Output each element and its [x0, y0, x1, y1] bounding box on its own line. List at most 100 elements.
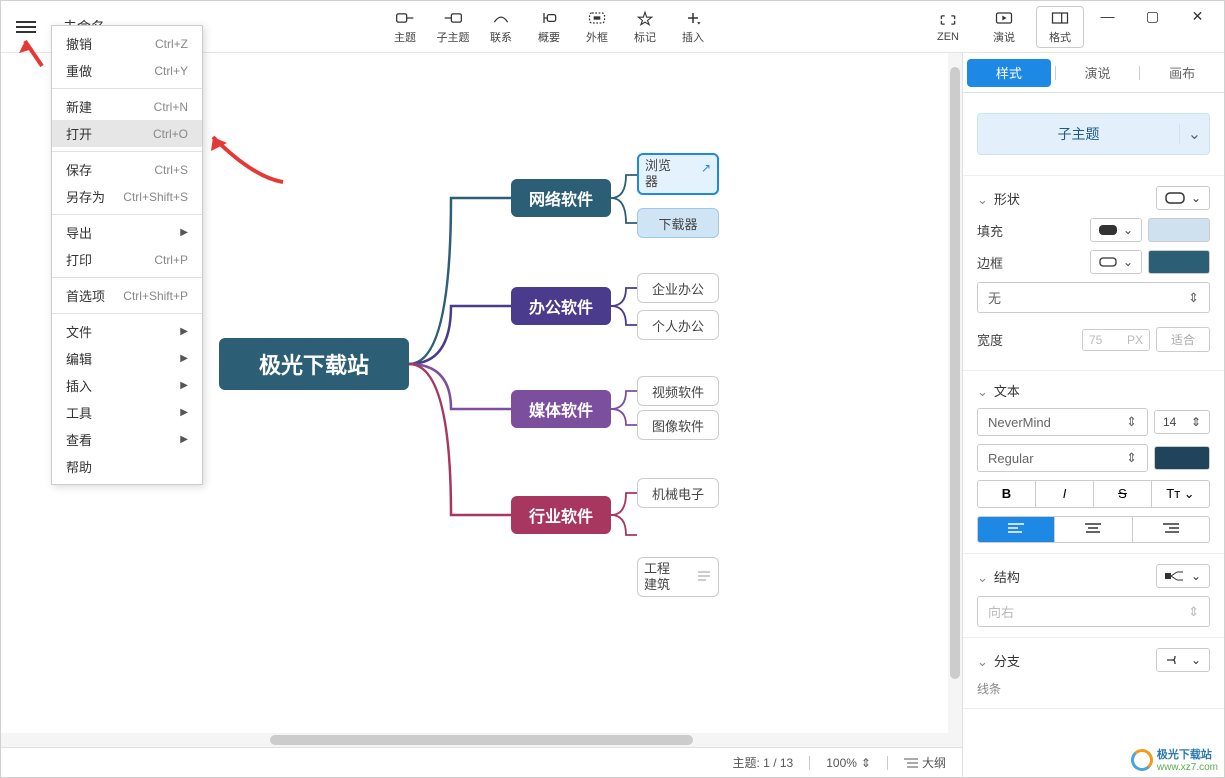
- align-right-button[interactable]: [1133, 517, 1209, 542]
- minimize-button[interactable]: —: [1085, 1, 1130, 31]
- toolbar-center: 主题 子主题 联系 概要 外框 标记 插入: [381, 5, 717, 49]
- present-button[interactable]: 演说: [980, 5, 1028, 49]
- menu-item[interactable]: 帮助: [52, 453, 202, 480]
- bold-button[interactable]: B: [978, 481, 1036, 507]
- summary-button[interactable]: 概要: [525, 5, 573, 49]
- branch-node[interactable]: 办公软件: [511, 287, 611, 325]
- status-bar: 主题: 1 / 13 100% ⇕ 大纲: [1, 747, 962, 777]
- leaf-node[interactable]: 下载器: [637, 208, 719, 238]
- tab-style[interactable]: 样式: [967, 59, 1051, 87]
- collapse-icon[interactable]: ⌄: [977, 192, 988, 207]
- strike-button[interactable]: S: [1094, 481, 1152, 507]
- align-left-button[interactable]: [978, 517, 1055, 542]
- chevron-down-icon: ⌄: [1123, 255, 1133, 269]
- tab-present[interactable]: 演说: [1056, 59, 1140, 87]
- branch-node[interactable]: 行业软件: [511, 496, 611, 534]
- leaf-node[interactable]: 企业办公: [637, 273, 719, 303]
- shape-select[interactable]: ⌄: [1156, 186, 1210, 210]
- font-weight-select[interactable]: Regular ⇕: [977, 444, 1148, 472]
- border-shape-select[interactable]: ⌄: [1090, 250, 1142, 274]
- chevron-right-icon: ▶: [180, 326, 188, 337]
- menu-item[interactable]: 重做Ctrl+Y: [52, 57, 202, 84]
- insert-button[interactable]: 插入: [669, 5, 717, 49]
- outline-button[interactable]: 大纲: [904, 754, 946, 771]
- leaf-node[interactable]: 机械电子: [637, 478, 719, 508]
- branch-style-select[interactable]: ⌄: [1156, 648, 1210, 672]
- tab-canvas[interactable]: 画布: [1140, 59, 1224, 87]
- direction-select[interactable]: 向右 ⇕: [977, 596, 1210, 627]
- font-size-select[interactable]: 14 ⇕: [1154, 410, 1210, 434]
- subtopic-style-button[interactable]: 子主题 ⌄: [977, 113, 1210, 155]
- menu-item[interactable]: 查看▶: [52, 426, 202, 453]
- menu-item[interactable]: 撤销Ctrl+Z: [52, 30, 202, 57]
- align-right-icon: [1163, 522, 1179, 534]
- case-button[interactable]: Tᴛ ⌄: [1152, 481, 1209, 507]
- horizontal-scrollbar[interactable]: [1, 733, 962, 747]
- subtopic-section: 子主题 ⌄: [963, 93, 1224, 176]
- main-menu-dropdown: 撤销Ctrl+Z重做Ctrl+Y 新建Ctrl+N打开Ctrl+O 保存Ctrl+S…: [51, 25, 203, 485]
- menu-item[interactable]: 保存Ctrl+S: [52, 156, 202, 183]
- root-node[interactable]: 极光下载站: [219, 338, 409, 390]
- leaf-node[interactable]: 个人办公: [637, 310, 719, 340]
- text-align-group: [977, 516, 1210, 543]
- chevron-down-icon: ⌄: [1191, 653, 1201, 667]
- text-color-swatch[interactable]: [1154, 446, 1210, 470]
- width-input[interactable]: 75 PX: [1082, 329, 1150, 351]
- italic-button[interactable]: I: [1036, 481, 1094, 507]
- border-color-swatch[interactable]: [1148, 250, 1210, 274]
- close-button[interactable]: ✕: [1175, 1, 1220, 31]
- relationship-button[interactable]: 联系: [477, 5, 525, 49]
- chevron-down-icon: ⌄: [1123, 223, 1133, 237]
- leaf-node[interactable]: 图像软件: [637, 410, 719, 440]
- menu-item[interactable]: 编辑▶: [52, 345, 202, 372]
- format-button[interactable]: 格式: [1036, 6, 1084, 48]
- window-controls: — ▢ ✕: [1085, 1, 1220, 31]
- leaf-node[interactable]: 工程建筑: [637, 557, 719, 597]
- zoom-control[interactable]: 100% ⇕: [826, 756, 871, 770]
- leaf-node[interactable]: 视频软件: [637, 376, 719, 406]
- menu-item[interactable]: 打印Ctrl+P: [52, 246, 202, 273]
- collapse-icon[interactable]: ⌄: [977, 384, 988, 399]
- subtopic-button[interactable]: 子主题: [429, 5, 477, 49]
- menu-item[interactable]: 插入▶: [52, 372, 202, 399]
- boundary-button[interactable]: 外框: [573, 5, 621, 49]
- width-auto-button[interactable]: 适合: [1156, 327, 1210, 352]
- fill-shape-select[interactable]: ⌄: [1090, 218, 1142, 242]
- zen-icon: [938, 11, 958, 29]
- text-style-group: B I S Tᴛ ⌄: [977, 480, 1210, 508]
- maximize-button[interactable]: ▢: [1130, 1, 1175, 31]
- panel-tabs: 样式 演说 画布: [963, 53, 1224, 93]
- marker-button[interactable]: 标记: [621, 5, 669, 49]
- align-center-button[interactable]: [1055, 517, 1132, 542]
- hamburger-menu-button[interactable]: [1, 1, 51, 53]
- menu-item[interactable]: 首选项Ctrl+Shift+P: [52, 282, 202, 309]
- chevron-right-icon: ▶: [180, 434, 188, 445]
- menu-item[interactable]: 新建Ctrl+N: [52, 93, 202, 120]
- external-link-icon[interactable]: ↗: [701, 161, 711, 175]
- notes-icon: [698, 569, 710, 585]
- border-style-select[interactable]: 无 ⇕: [977, 282, 1210, 313]
- logo-icon: [1131, 749, 1153, 771]
- collapse-icon[interactable]: ⌄: [977, 654, 988, 669]
- topic-button[interactable]: 主题: [381, 5, 429, 49]
- zen-button[interactable]: ZEN: [924, 7, 972, 47]
- menu-item[interactable]: 另存为Ctrl+Shift+S: [52, 183, 202, 210]
- chevron-down-icon[interactable]: ⌄: [1179, 124, 1209, 144]
- plus-icon: [683, 9, 703, 27]
- branch-node[interactable]: 媒体软件: [511, 390, 611, 428]
- menu-item[interactable]: 工具▶: [52, 399, 202, 426]
- updown-icon: ⇕: [1191, 415, 1201, 429]
- menu-item[interactable]: 打开Ctrl+O: [52, 120, 202, 147]
- branch-node[interactable]: 网络软件: [511, 179, 611, 217]
- menu-item[interactable]: 文件▶: [52, 318, 202, 345]
- structure-section: ⌄结构 ⌄ 向右 ⇕: [963, 554, 1224, 638]
- menu-item[interactable]: 导出▶: [52, 219, 202, 246]
- format-icon: [1050, 9, 1070, 27]
- structure-select[interactable]: ⌄: [1156, 564, 1210, 588]
- collapse-icon[interactable]: ⌄: [977, 570, 988, 585]
- branch-section: ⌄分支 ⌄ 线条: [963, 638, 1224, 709]
- vertical-scrollbar[interactable]: [948, 53, 962, 733]
- font-family-select[interactable]: NeverMind ⇕: [977, 408, 1148, 436]
- fill-color-swatch[interactable]: [1148, 218, 1210, 242]
- leaf-node-selected[interactable]: 浏览器 ↗: [637, 153, 719, 195]
